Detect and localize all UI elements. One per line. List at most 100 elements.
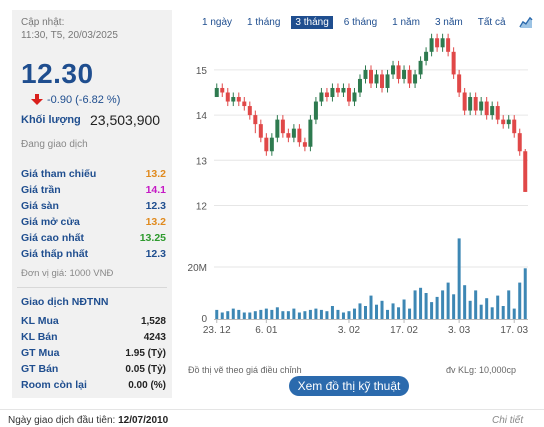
candle-body	[258, 124, 263, 138]
foreign-label: KL Mua	[21, 315, 59, 327]
price-label: Giá thấp nhất	[21, 248, 89, 260]
candle-body	[451, 51, 456, 75]
volume-bar	[259, 309, 263, 319]
candle-body	[424, 51, 429, 61]
price-label: Giá mở cửa	[21, 216, 80, 228]
foreign-value: 1,528	[140, 315, 166, 327]
volume-bar	[336, 309, 340, 319]
volume-bar	[518, 282, 522, 319]
volume-bar	[325, 311, 329, 319]
volume-bar	[270, 309, 274, 319]
updated-time: 11:30, T5, 20/03/2025	[21, 30, 118, 41]
candle-body	[391, 65, 396, 75]
tab-1-month[interactable]: 1 tháng	[243, 16, 284, 29]
volume-bar	[292, 308, 296, 319]
volume-bar	[226, 311, 230, 319]
tab-1-year[interactable]: 1 năm	[388, 16, 424, 29]
view-technical-chart-button[interactable]: Xem đồ thị kỹ thuật	[289, 376, 409, 396]
candle-body	[512, 119, 517, 134]
foreign-value: 4243	[143, 331, 166, 343]
candle-body	[468, 97, 473, 111]
first-trading-day-label: Ngày giao dịch đầu tiên:	[8, 415, 116, 426]
candle-body	[407, 69, 412, 84]
foreign-label: GT Bán	[21, 363, 59, 375]
tab-3-months[interactable]: 3 tháng	[291, 16, 333, 29]
price-label: Giá tham chiếu	[21, 168, 97, 180]
volume-bar	[424, 293, 428, 319]
y-tick-label: 14	[196, 111, 208, 122]
candle-body	[253, 115, 258, 125]
candle-body	[495, 106, 500, 120]
line-chart-icon[interactable]	[518, 16, 533, 29]
volume-value: 23,503,900	[90, 112, 161, 128]
divider	[17, 287, 167, 288]
candle-body	[396, 65, 401, 79]
volume-bar	[452, 294, 456, 319]
x-tick-label: 3. 03	[448, 325, 471, 336]
volume-bar	[369, 295, 373, 319]
current-price: 12.30	[21, 58, 94, 89]
volume-bar	[215, 309, 219, 319]
candle-body	[302, 142, 307, 147]
price-value: 13.2	[145, 168, 166, 180]
candle-body	[269, 137, 274, 152]
foreign-row: Room còn lại 0.00 (%)	[21, 377, 166, 393]
volume-bar	[523, 268, 527, 319]
volume-bar	[463, 285, 467, 319]
candle-body	[380, 74, 385, 88]
candle-body	[435, 38, 440, 48]
volume-bar	[512, 308, 516, 319]
volume-bar	[408, 308, 412, 319]
candle-body	[280, 119, 285, 134]
price-label: Giá cao nhất	[21, 232, 85, 244]
candle-body	[247, 106, 252, 116]
volume-bar	[220, 312, 224, 319]
candle-body	[363, 69, 368, 79]
updated-label: Cập nhật:	[21, 17, 65, 28]
volume-bar	[402, 299, 406, 319]
foreign-label: Room còn lại	[21, 379, 87, 391]
tab-3-years[interactable]: 3 năm	[431, 16, 467, 29]
candle-body	[352, 92, 357, 102]
candle-body	[291, 128, 296, 138]
price-table: Giá tham chiếu 13.2 Giá trần 14.1 Giá sà…	[21, 166, 166, 262]
volume-bar	[363, 306, 367, 319]
detail-link[interactable]: Chi tiết	[492, 415, 523, 426]
tab-6-months[interactable]: 6 tháng	[340, 16, 381, 29]
volume-bar	[341, 312, 345, 319]
volume-bar	[441, 290, 445, 319]
candle-body	[429, 38, 434, 52]
chart-footnote-adjusted: Đồ thị vẽ theo giá điều chỉnh	[188, 365, 302, 375]
volume-bar	[303, 311, 307, 319]
tab-all[interactable]: Tất cả	[474, 16, 510, 29]
candle-body	[220, 87, 225, 93]
y-tick-label: 13	[196, 156, 208, 167]
volume-bar	[496, 295, 500, 319]
candle-body	[418, 60, 423, 75]
volume-bar	[330, 306, 334, 319]
candle-body	[369, 69, 373, 84]
volume-bar	[474, 290, 478, 319]
stock-summary-panel: Cập nhật: 11:30, T5, 20/03/2025 12.30 -0…	[12, 10, 172, 398]
candle-body	[490, 106, 495, 116]
x-tick-label: 17. 03	[500, 325, 528, 336]
candle-body	[335, 87, 340, 93]
volume-bar	[264, 308, 268, 319]
candle-body	[385, 74, 390, 88]
volume-bar	[314, 308, 318, 319]
price-label: Giá sàn	[21, 200, 59, 212]
price-value: 13.2	[145, 216, 166, 228]
volume-bar	[397, 307, 401, 319]
arrow-down-icon	[31, 94, 43, 106]
candle-body	[297, 128, 302, 143]
volume-bar	[501, 306, 505, 319]
candle-body	[517, 133, 522, 152]
price-row-reference: Giá tham chiếu 13.2	[21, 166, 166, 182]
x-tick-label: 17. 02	[390, 325, 418, 336]
volume-bar	[435, 296, 439, 319]
candle-body	[242, 101, 247, 107]
candle-body	[225, 92, 230, 102]
candle-body	[440, 38, 445, 48]
tab-1-day[interactable]: 1 ngày	[198, 16, 236, 29]
foreign-row: GT Bán 0.05 (Tỷ)	[21, 361, 166, 377]
